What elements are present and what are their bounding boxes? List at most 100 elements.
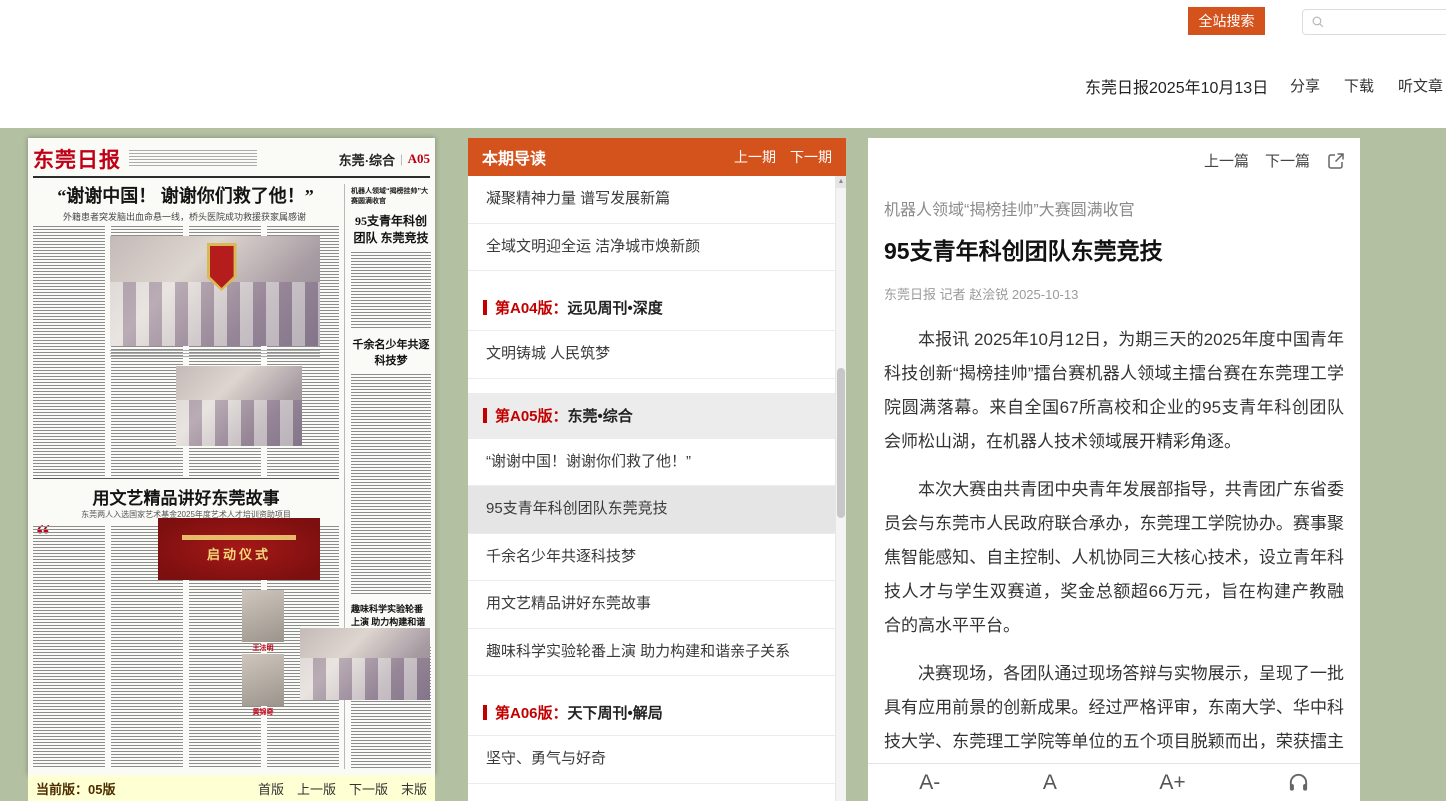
section-label: 天下周刊•解局 bbox=[568, 702, 663, 723]
prev-page-link[interactable]: 上一版 bbox=[297, 779, 336, 798]
toc-scrollbar[interactable]: ▲ bbox=[835, 176, 846, 801]
portrait-photo: 黄锦奇 bbox=[242, 654, 284, 717]
newspaper-page-image[interactable]: 东莞日报 东莞·综合 | A05 “谢谢中国！ 谢谢你们救了他！” 外籍患者突发… bbox=[28, 138, 435, 775]
launch-ceremony-photo: 启动仪式 bbox=[158, 518, 320, 580]
right-column-kicker: 机器人领域“揭榜挂帅”大赛圆满收官 bbox=[351, 186, 431, 206]
search-icon bbox=[1311, 15, 1325, 29]
section-rule bbox=[33, 478, 339, 479]
text-block bbox=[351, 374, 431, 596]
article-content: 机器人领域“揭榜挂帅”大赛圆满收官 95支青年科创团队东莞竞技 东莞日报 记者 … bbox=[884, 182, 1344, 763]
bedside-photo bbox=[176, 366, 302, 446]
next-page-link[interactable]: 下一版 bbox=[349, 779, 388, 798]
newspaper-header: 东莞日报 东莞·综合 | A05 bbox=[33, 142, 430, 178]
text-column bbox=[33, 226, 105, 476]
prev-issue-link[interactable]: 上一期 bbox=[734, 147, 776, 167]
section-label: 东莞•综合 bbox=[568, 405, 633, 426]
section-prefix: 第A06版： bbox=[495, 702, 568, 723]
next-issue-link[interactable]: 下一期 bbox=[790, 147, 832, 167]
photo-caption bbox=[110, 350, 320, 359]
page: 全站搜索 东莞日报2025年10月13日 分享 下载 听文章 东莞日报 东莞·综… bbox=[0, 0, 1446, 801]
last-page-link[interactable]: 末版 bbox=[401, 779, 427, 798]
toc-section-item[interactable]: 第A04版：远见周刊•深度 bbox=[468, 285, 835, 331]
headphones-icon bbox=[1287, 771, 1310, 794]
section-name: 东莞·综合 bbox=[339, 150, 395, 169]
article-title: 95支青年科创团队东莞竞技 bbox=[884, 232, 1344, 266]
search-input[interactable] bbox=[1325, 15, 1446, 29]
page-number: A05 bbox=[408, 151, 430, 167]
toc-article-item[interactable]: 凝聚精神力量 谱写发展新篇 bbox=[468, 176, 835, 224]
masthead-meta-text bbox=[129, 150, 257, 168]
banner-title: 启动仪式 bbox=[207, 544, 271, 563]
portrait-name: 王法明 bbox=[242, 643, 284, 653]
newspaper-masthead: 东莞日报 bbox=[33, 144, 121, 174]
prev-article-link[interactable]: 上一篇 bbox=[1204, 150, 1249, 171]
scroll-up-arrow[interactable]: ▲ bbox=[836, 176, 846, 188]
toc-section-item[interactable]: 第A05版：东莞•综合 bbox=[468, 393, 835, 439]
portrait-name: 黄锦奇 bbox=[242, 707, 284, 717]
paper-side-headline-1: 95支青年科创团队 东莞竞技 bbox=[351, 212, 431, 246]
section-marker bbox=[483, 408, 487, 423]
font-controls: A- A A+ bbox=[868, 771, 1237, 795]
paper-nav: 首版上一版下一版末版 bbox=[258, 779, 427, 798]
portrait-image bbox=[242, 590, 284, 642]
portrait-photo: 王法明 bbox=[242, 590, 284, 653]
listen-audio-button[interactable] bbox=[1237, 771, 1360, 794]
article-paragraph: 决赛现场，各团队通过现场答辩与实物展示，呈现了一批具有应用前景的创新成果。经过严… bbox=[884, 657, 1344, 763]
toc-article-item[interactable]: “谢谢中国！谢谢你们救了他！” bbox=[468, 439, 835, 487]
search-box[interactable] bbox=[1302, 9, 1446, 35]
paper-headline-1: “谢谢中国！ 谢谢你们救了他！” bbox=[34, 182, 337, 208]
scrollbar-thumb[interactable] bbox=[837, 368, 845, 518]
issue-nav: 上一期 下一期 bbox=[734, 147, 832, 167]
text-column bbox=[33, 526, 105, 769]
toc-article-item[interactable]: 全域文明迎全运 洁净城市焕新颜 bbox=[468, 224, 835, 272]
toc-article-item[interactable]: 千余名少年共逐科技梦 bbox=[468, 534, 835, 582]
toc-title: 本期导读 bbox=[482, 145, 546, 169]
first-page-link[interactable]: 首版 bbox=[258, 779, 284, 798]
font-normal-button[interactable]: A bbox=[1043, 771, 1057, 795]
page-navigation-bar: 当前版：05版 首版上一版下一版末版 bbox=[28, 775, 435, 801]
toc-article-item[interactable]: 用文艺精品讲好东莞故事 bbox=[468, 581, 835, 629]
paper-subhead-1: 外籍患者突发脑出血命悬一线，桥头医院成功救援获家属感谢 bbox=[34, 210, 335, 223]
next-article-link[interactable]: 下一篇 bbox=[1265, 150, 1310, 171]
newspaper-section: 东莞·综合 | A05 bbox=[339, 150, 430, 169]
font-larger-button[interactable]: A+ bbox=[1159, 771, 1185, 795]
paper-date-label: 东莞日报2025年10月13日 bbox=[1085, 74, 1268, 98]
download-link[interactable]: 下载 bbox=[1344, 75, 1374, 96]
open-external-button[interactable] bbox=[1326, 151, 1346, 171]
section-divider: | bbox=[400, 151, 403, 167]
article-panel: 上一篇 下一篇 机器人领域“揭榜挂帅”大赛圆满收官 95支青年科创团队东莞竞技 … bbox=[868, 138, 1360, 801]
activity-photo bbox=[300, 628, 430, 700]
toc-list: 凝聚精神力量 谱写发展新篇全域文明迎全运 洁净城市焕新颜第A04版：远见周刊•深… bbox=[468, 176, 835, 801]
section-marker bbox=[483, 705, 487, 720]
article-paragraph: 本报讯 2025年10月12日，为期三天的2025年度中国青年科技创新“揭榜挂帅… bbox=[884, 323, 1344, 459]
toc-section-item[interactable]: 第A07版：中国•国际 bbox=[468, 798, 835, 801]
share-link[interactable]: 分享 bbox=[1290, 75, 1320, 96]
photo-people bbox=[110, 282, 320, 346]
banner-small-text bbox=[182, 535, 295, 540]
text-block bbox=[351, 252, 431, 330]
photo-people bbox=[176, 400, 302, 446]
toc-header: 本期导读 上一期 下一期 bbox=[468, 138, 846, 176]
paper-headline-2: 用文艺精品讲好东莞故事 bbox=[38, 484, 334, 509]
section-label: 远见周刊•深度 bbox=[568, 297, 663, 318]
article-byline: 东莞日报 记者 赵浍锐 2025-10-13 bbox=[884, 284, 1344, 303]
toc-panel: 本期导读 上一期 下一期 凝聚精神力量 谱写发展新篇全域文明迎全运 洁净城市焕新… bbox=[468, 138, 846, 801]
current-page-label: 当前版：05版 bbox=[36, 779, 115, 798]
font-smaller-button[interactable]: A- bbox=[919, 771, 940, 795]
reader-toolbar: A- A A+ bbox=[868, 763, 1360, 801]
toc-section-item[interactable]: 第A06版：天下周刊•解局 bbox=[468, 690, 835, 736]
section-prefix: 第A05版： bbox=[495, 405, 568, 426]
portrait-image bbox=[242, 654, 284, 706]
paper-side-headline-2: 千余名少年共逐科技梦 bbox=[351, 336, 431, 368]
section-prefix: 第A04版： bbox=[495, 297, 568, 318]
toc-article-item[interactable]: 95支青年科创团队东莞竞技 bbox=[468, 486, 835, 534]
toc-article-item[interactable]: 趣味科学实验轮番上演 助力构建和谐亲子关系 bbox=[468, 629, 835, 677]
listen-article-link[interactable]: 听文章 bbox=[1398, 75, 1443, 96]
newspaper-panel: 东莞日报 东莞·综合 | A05 “谢谢中国！ 谢谢你们救了他！” 外籍患者突发… bbox=[28, 138, 435, 801]
site-search-button[interactable]: 全站搜索 bbox=[1188, 7, 1265, 35]
toc-article-item[interactable]: 文明铸城 人民筑梦 bbox=[468, 331, 835, 379]
toc-article-item[interactable]: 坚守、勇气与好奇 bbox=[468, 736, 835, 784]
article-top-nav: 上一篇 下一篇 bbox=[1204, 150, 1346, 171]
article-body: 本报讯 2025年10月12日，为期三天的2025年度中国青年科技创新“揭榜挂帅… bbox=[884, 323, 1344, 763]
article-paragraph: 本次大赛由共青团中央青年发展部指导，共青团广东省委员会与东莞市人民政府联合承办，… bbox=[884, 473, 1344, 643]
